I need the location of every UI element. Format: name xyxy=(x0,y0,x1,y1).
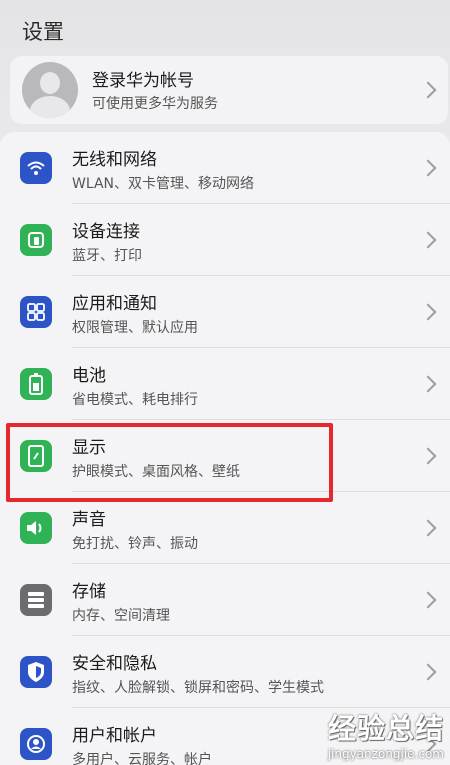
settings-item-title: 设备连接 xyxy=(72,222,140,242)
chevron-right-icon xyxy=(419,81,437,99)
settings-item-apps-notifications[interactable]: 应用和通知 权限管理、默认应用 xyxy=(0,276,450,348)
settings-list: 无线和网络 WLAN、双卡管理、移动网络 设备连接 蓝牙、打印 应用和通知 权限… xyxy=(0,132,450,765)
account-login-row[interactable]: 登录华为帐号 可使用更多华为服务 xyxy=(10,56,448,124)
settings-item-display[interactable]: 显示 护眼模式、桌面风格、壁纸 xyxy=(0,420,450,492)
settings-item-battery[interactable]: 电池 省电模式、耗电排行 xyxy=(0,348,450,420)
settings-item-title: 声音 xyxy=(72,510,106,530)
settings-item-security-privacy[interactable]: 安全和隐私 指纹、人脸解锁、锁屏和密码、学生模式 xyxy=(0,636,450,708)
chevron-right-icon xyxy=(419,303,437,321)
shield-icon xyxy=(20,656,52,688)
settings-item-wireless-network[interactable]: 无线和网络 WLAN、双卡管理、移动网络 xyxy=(0,132,450,204)
settings-item-subtitle: 免打扰、铃声、振动 xyxy=(72,536,198,552)
settings-item-title: 应用和通知 xyxy=(72,294,157,314)
chevron-right-icon xyxy=(419,519,437,537)
watermark: 经验总结 jingyanzongjie.com xyxy=(328,707,444,761)
settings-item-subtitle: 多用户、云服务、帐户 xyxy=(72,752,212,765)
settings-item-title: 无线和网络 xyxy=(72,150,157,170)
settings-item-subtitle: 省电模式、耗电排行 xyxy=(72,392,198,408)
settings-item-title: 安全和隐私 xyxy=(72,654,157,674)
user-icon xyxy=(20,728,52,760)
settings-screen: 设置 登录华为帐号 可使用更多华为服务 无线和网络 WLAN、双卡管理、移动网络 xyxy=(0,0,450,765)
settings-item-title: 电池 xyxy=(72,366,106,386)
chevron-right-icon xyxy=(419,591,437,609)
display-icon xyxy=(20,440,52,472)
settings-item-storage[interactable]: 存储 内存、空间清理 xyxy=(0,564,450,636)
settings-item-subtitle: 内存、空间清理 xyxy=(72,608,170,624)
chevron-right-icon xyxy=(419,447,437,465)
chevron-right-icon xyxy=(419,231,437,249)
settings-item-sound[interactable]: 声音 免打扰、铃声、振动 xyxy=(0,492,450,564)
settings-item-title: 用户和帐户 xyxy=(72,726,157,746)
chevron-right-icon xyxy=(419,159,437,177)
settings-item-subtitle: 权限管理、默认应用 xyxy=(72,320,198,336)
settings-item-subtitle: 蓝牙、打印 xyxy=(72,248,142,264)
settings-item-device-connection[interactable]: 设备连接 蓝牙、打印 xyxy=(0,204,450,276)
chevron-right-icon xyxy=(419,663,437,681)
settings-item-title: 显示 xyxy=(72,438,106,458)
wifi-icon xyxy=(20,152,52,184)
watermark-url: jingyanzongjie.com xyxy=(327,747,444,761)
apps-grid-icon xyxy=(20,296,52,328)
watermark-logo: 经验总结 xyxy=(327,712,444,745)
sound-icon xyxy=(20,512,52,544)
page-title: 设置 xyxy=(22,20,64,44)
avatar-icon xyxy=(22,62,78,118)
battery-icon xyxy=(20,368,52,400)
settings-item-subtitle: WLAN、双卡管理、移动网络 xyxy=(72,176,255,192)
storage-icon xyxy=(20,584,52,616)
account-subtitle: 可使用更多华为服务 xyxy=(92,96,218,112)
device-connection-icon xyxy=(20,224,52,256)
settings-item-subtitle: 指纹、人脸解锁、锁屏和密码、学生模式 xyxy=(72,680,324,696)
account-title: 登录华为帐号 xyxy=(92,71,194,91)
settings-item-subtitle: 护眼模式、桌面风格、壁纸 xyxy=(72,464,240,480)
chevron-right-icon xyxy=(419,375,437,393)
settings-item-title: 存储 xyxy=(72,582,106,602)
